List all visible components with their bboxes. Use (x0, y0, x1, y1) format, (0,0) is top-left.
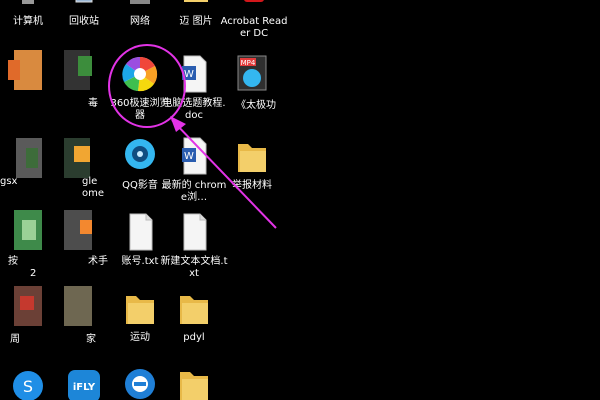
annotation-arrow (170, 116, 277, 229)
desktop: 计算机 回收站 网络 迈 图片 Acrobat Reader DC gsx gl… (0, 0, 600, 400)
